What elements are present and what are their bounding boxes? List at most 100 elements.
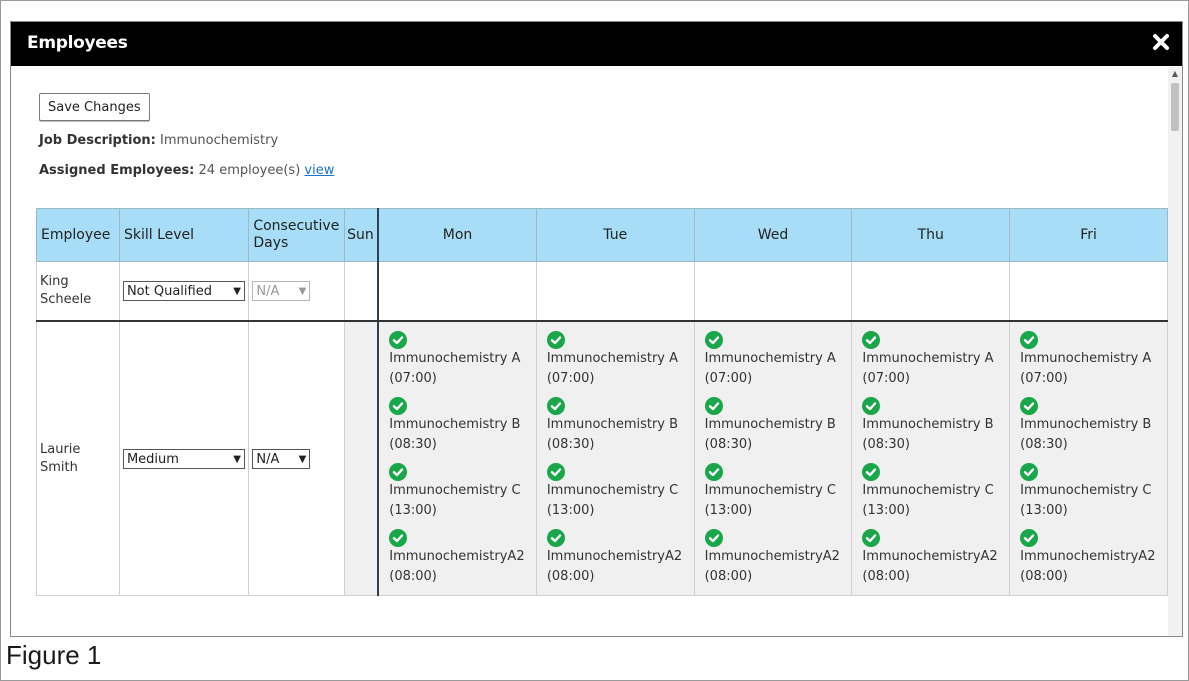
- save-changes-button[interactable]: Save Changes: [39, 93, 150, 121]
- shift-name: Immunochemistry C: [704, 483, 836, 498]
- consecutive-days-value: N/A: [256, 451, 280, 467]
- day-cell-mon[interactable]: Immunochemistry A (07:00) Immunochemistry …: [377, 320, 537, 596]
- header-mon[interactable]: Mon: [377, 208, 537, 262]
- shift-name: Immunochemistry A: [1020, 351, 1152, 366]
- shift-time: (08:30): [389, 437, 437, 452]
- consecutive-days-value: N/A: [256, 284, 280, 299]
- modal-header: Employees: [11, 22, 1182, 66]
- skill-level-select[interactable]: Medium ▼: [122, 448, 245, 469]
- check-circle-icon: [704, 463, 723, 481]
- table-row: Laurie Smith Medium ▼ N/A ▼ Immunochemis…: [36, 320, 1168, 596]
- shift-name: Immunochemistry B: [546, 417, 679, 432]
- shift-time: (08:30): [862, 437, 910, 452]
- consecutive-days-select[interactable]: N/A ▼: [252, 448, 311, 469]
- shift-entry[interactable]: Immunochemistry C (13:00): [704, 463, 842, 521]
- vertical-scrollbar[interactable]: ▲: [1168, 67, 1182, 636]
- shift-time: (07:00): [862, 371, 910, 386]
- job-description-value: Immunochemistry: [160, 133, 279, 148]
- shift-name: Immunochemistry A: [389, 351, 521, 366]
- shift-name: Immunochemistry C: [1020, 483, 1152, 498]
- shift-time: (07:00): [389, 371, 437, 386]
- shift-entry[interactable]: Immunochemistry C (13:00): [862, 463, 999, 521]
- shift-time: (08:00): [389, 569, 437, 584]
- day-cell-sun[interactable]: [344, 261, 380, 322]
- header-employee[interactable]: Employee: [36, 208, 120, 262]
- day-cell-tue[interactable]: [535, 261, 695, 322]
- header-consecutive-days[interactable]: Consecutive Days: [248, 208, 346, 262]
- check-circle-icon: [862, 463, 881, 481]
- shift-entry[interactable]: Immunochemistry A (07:00): [862, 331, 999, 389]
- skill-level-value: Medium: [126, 451, 179, 467]
- close-icon[interactable]: [1150, 31, 1172, 53]
- day-cell-wed[interactable]: Immunochemistry A (07:00) Immunochemistry …: [693, 320, 853, 596]
- view-link[interactable]: view: [304, 163, 334, 178]
- chevron-down-icon: ▼: [298, 286, 307, 297]
- shift-entry[interactable]: ImmunochemistryA2 (08:00): [704, 529, 842, 587]
- shift-name: ImmunochemistryA2: [704, 549, 840, 564]
- header-sun[interactable]: Sun: [344, 208, 380, 262]
- header-fri[interactable]: Fri: [1009, 208, 1168, 262]
- check-circle-icon: [1020, 529, 1039, 547]
- shift-entry[interactable]: Immunochemistry C (13:00): [389, 463, 526, 521]
- shift-entry[interactable]: Immunochemistry B (08:30): [1020, 397, 1157, 455]
- shift-name: Immunochemistry A: [862, 351, 994, 366]
- header-skill-level[interactable]: Skill Level: [118, 208, 250, 262]
- day-cell-tue[interactable]: Immunochemistry A (07:00) Immunochemistry …: [535, 320, 695, 596]
- shift-name: Immunochemistry C: [389, 483, 521, 498]
- figure-caption: Figure 1: [6, 640, 102, 670]
- shift-time: (08:30): [546, 437, 595, 452]
- shift-time: (08:00): [862, 569, 910, 584]
- header-wed[interactable]: Wed: [693, 208, 853, 262]
- skill-level-cell: Not Qualified ▼: [118, 261, 250, 322]
- shift-name: Immunochemistry C: [546, 483, 679, 498]
- shift-entry[interactable]: Immunochemistry C (13:00): [1020, 463, 1157, 521]
- shift-name: Immunochemistry C: [862, 483, 994, 498]
- header-tue[interactable]: Tue: [535, 208, 695, 262]
- scroll-thumb[interactable]: [1171, 83, 1179, 131]
- day-cell-fri[interactable]: Immunochemistry A (07:00) Immunochemistry …: [1009, 320, 1168, 596]
- shift-time: (13:00): [389, 503, 437, 518]
- table-header-row: Employee Skill Level Consecutive Days Su…: [36, 208, 1168, 262]
- shift-entry[interactable]: Immunochemistry A (07:00): [1020, 331, 1157, 389]
- shift-entry[interactable]: ImmunochemistryA2 (08:00): [862, 529, 999, 587]
- shift-entry[interactable]: Immunochemistry B (08:30): [704, 397, 842, 455]
- check-circle-icon: [862, 397, 881, 415]
- day-cell-sun[interactable]: [344, 320, 380, 596]
- modal-body: Save Changes Job Description: Immunochem…: [11, 67, 1168, 636]
- chevron-down-icon: ▼: [233, 453, 241, 465]
- shift-time: (08:30): [704, 437, 753, 452]
- shift-entry[interactable]: Immunochemistry A (07:00): [704, 331, 842, 389]
- day-cell-fri[interactable]: [1009, 261, 1168, 322]
- job-description-line: Job Description: Immunochemistry: [39, 133, 278, 148]
- shift-name: Immunochemistry B: [862, 417, 994, 432]
- shift-entry[interactable]: Immunochemistry B (08:30): [546, 397, 684, 455]
- shift-entry[interactable]: Immunochemistry A (07:00): [546, 331, 684, 389]
- figure-frame: Employees Save Changes Job Description: …: [0, 0, 1189, 681]
- shift-entry[interactable]: Immunochemistry A (07:00): [389, 331, 526, 389]
- shift-time: (13:00): [546, 503, 595, 518]
- check-circle-icon: [546, 397, 565, 415]
- day-cell-mon[interactable]: [377, 261, 537, 322]
- shift-entry[interactable]: Immunochemistry B (08:30): [389, 397, 526, 455]
- shift-time: (07:00): [546, 371, 595, 386]
- employee-name: King Scheele: [36, 261, 120, 322]
- shift-name: Immunochemistry B: [389, 417, 521, 432]
- check-circle-icon: [862, 529, 881, 547]
- skill-level-select[interactable]: Not Qualified ▼: [122, 281, 245, 301]
- shift-name: Immunochemistry B: [1020, 417, 1152, 432]
- shift-entry[interactable]: Immunochemistry B (08:30): [862, 397, 999, 455]
- shift-entry[interactable]: ImmunochemistryA2 (08:00): [1020, 529, 1157, 587]
- assigned-employees-value: 24 employee(s): [198, 163, 301, 178]
- shift-entry[interactable]: ImmunochemistryA2 (08:00): [389, 529, 526, 587]
- scroll-up-icon[interactable]: ▲: [1168, 67, 1182, 81]
- shift-entry[interactable]: Immunochemistry C (13:00): [546, 463, 684, 521]
- shift-time: (13:00): [862, 503, 910, 518]
- day-cell-wed[interactable]: [693, 261, 853, 322]
- check-circle-icon: [704, 397, 723, 415]
- day-cell-thu[interactable]: [851, 261, 1011, 322]
- shift-time: (08:00): [1020, 569, 1068, 584]
- shift-time: (08:00): [704, 569, 753, 584]
- day-cell-thu[interactable]: Immunochemistry A (07:00) Immunochemistry …: [851, 320, 1011, 596]
- shift-entry[interactable]: ImmunochemistryA2 (08:00): [546, 529, 684, 587]
- header-thu[interactable]: Thu: [851, 208, 1011, 262]
